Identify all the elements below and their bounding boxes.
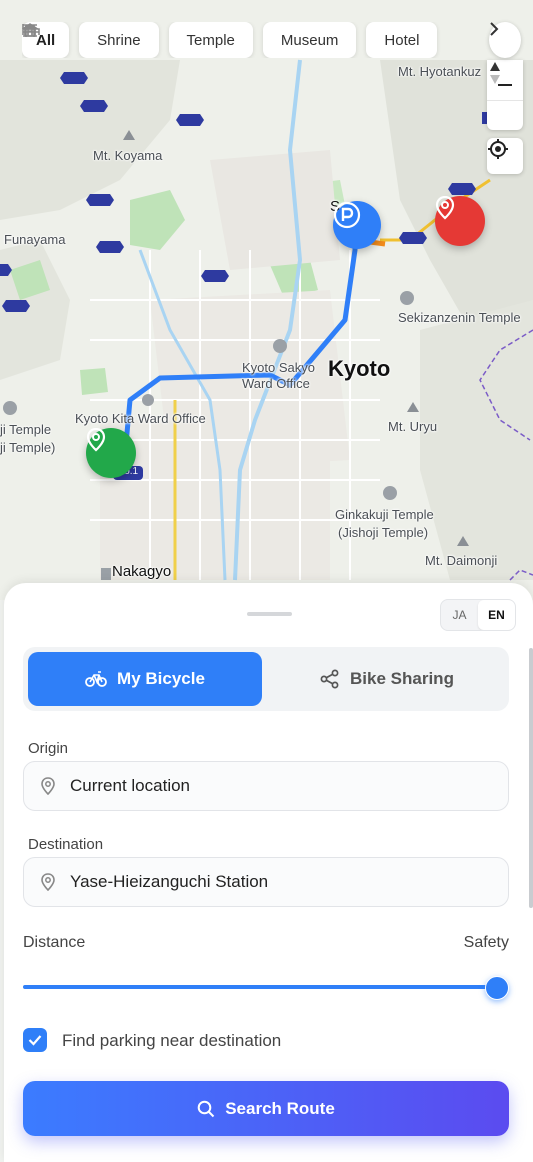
destination-label: Destination xyxy=(28,836,104,853)
location-pin-icon xyxy=(86,428,106,452)
sheet-drag-handle[interactable] xyxy=(247,612,292,616)
map-label-sakyo-office: Kyoto Sakyo Ward Office xyxy=(242,360,315,391)
map-label-sekizanzenin: Sekizanzenin Temple xyxy=(398,310,521,325)
filter-chip-shrine[interactable]: Shrine xyxy=(23,22,159,58)
category-filter-bar: All Shrine Temple Museum Hotel xyxy=(22,22,533,58)
my-bicycle-label: My Bicycle xyxy=(117,669,205,688)
map-label-funayama: Funayama xyxy=(4,232,66,247)
search-route-button[interactable]: Search Route xyxy=(23,1081,509,1136)
map-label-kyoto: Kyoto xyxy=(328,356,391,381)
checkmark-icon xyxy=(28,1035,42,1046)
parking-pin[interactable] xyxy=(333,201,381,249)
map-label-ji-temple: ji Temple xyxy=(0,422,52,437)
map-label-daimonji: Mt. Daimonji xyxy=(425,553,498,568)
zoom-controls xyxy=(487,60,523,130)
origin-pin[interactable] xyxy=(86,428,136,478)
bike-mode-toggle: My Bicycle Bike Sharing xyxy=(23,647,509,711)
location-pin-icon xyxy=(40,777,56,795)
parking-checkbox-label[interactable]: Find parking near destination xyxy=(62,1031,281,1051)
destination-field[interactable]: Yase-Hieizanguchi Station xyxy=(23,857,509,907)
filter-chip-label: Temple xyxy=(186,31,235,49)
search-icon xyxy=(197,1100,215,1117)
filter-chip-label: Hotel xyxy=(384,31,420,49)
slider-label-safety: Safety xyxy=(463,934,509,951)
crosshair-icon xyxy=(488,139,508,159)
origin-label: Origin xyxy=(28,740,69,757)
preference-slider-thumb[interactable] xyxy=(485,976,509,1000)
bed-icon xyxy=(22,24,40,35)
bicycle-icon xyxy=(85,671,107,687)
map-label-ji-temple-jp: ji Temple) xyxy=(0,440,56,455)
share-icon xyxy=(320,669,339,689)
location-pin-icon xyxy=(40,873,56,891)
lang-ja-button[interactable]: JA xyxy=(441,600,478,630)
chevron-right-icon xyxy=(490,22,499,36)
map-label-hyotankuzaki: Mt. Hyotankuz xyxy=(398,64,482,79)
route-planner-sheet: JA EN My Bicycle Bike Sharing Origin Cur… xyxy=(4,583,533,1162)
search-route-label: Search Route xyxy=(225,1098,335,1118)
map-label-kita-office: Kyoto Kita Ward Office xyxy=(75,411,206,426)
map-label-koyama: Mt. Koyama xyxy=(93,148,163,163)
filter-chip-label: Museum xyxy=(280,31,339,49)
zoom-divider xyxy=(487,99,523,101)
map-view[interactable]: Mt. Hyotankuz Mt. Koyama Funayama Sa o S… xyxy=(0,0,533,600)
map-label-ginkakuji: Ginkakuji Temple xyxy=(335,507,434,522)
bike-sharing-label: Bike Sharing xyxy=(350,669,454,688)
origin-value: Current location xyxy=(70,776,191,795)
map-label-uryu: Mt. Uryu xyxy=(388,419,438,434)
bike-sharing-tab[interactable]: Bike Sharing xyxy=(270,652,504,706)
map-label-ginkakuji-jp: (Jishoji Temple) xyxy=(338,525,429,540)
filter-chip-label: Shrine xyxy=(97,31,141,49)
locate-button[interactable] xyxy=(487,138,523,174)
parking-icon xyxy=(333,201,361,229)
slider-label-distance: Distance xyxy=(23,934,86,951)
sheet-scrollbar[interactable] xyxy=(529,648,533,908)
origin-field[interactable]: Current location xyxy=(23,761,509,811)
lang-en-button[interactable]: EN xyxy=(478,600,515,630)
parking-checkbox[interactable] xyxy=(23,1028,47,1052)
filter-chip-hotel[interactable]: Hotel xyxy=(22,22,438,58)
location-pin-icon xyxy=(435,196,455,220)
compass-icon[interactable] xyxy=(487,60,503,86)
language-toggle: JA EN xyxy=(440,599,516,631)
destination-value: Yase-Hieizanguchi Station xyxy=(70,872,269,891)
map-label-nakagyo: Nakagyo xyxy=(112,563,172,580)
filter-chip-museum[interactable]: Museum xyxy=(23,22,357,58)
preference-slider-track[interactable] xyxy=(23,985,499,989)
filter-chip-temple[interactable]: Temple xyxy=(22,22,253,58)
destination-pin[interactable] xyxy=(435,196,485,246)
my-bicycle-tab[interactable]: My Bicycle xyxy=(28,652,262,706)
filter-scroll-next-button[interactable] xyxy=(489,22,521,58)
map-canvas xyxy=(0,59,533,581)
